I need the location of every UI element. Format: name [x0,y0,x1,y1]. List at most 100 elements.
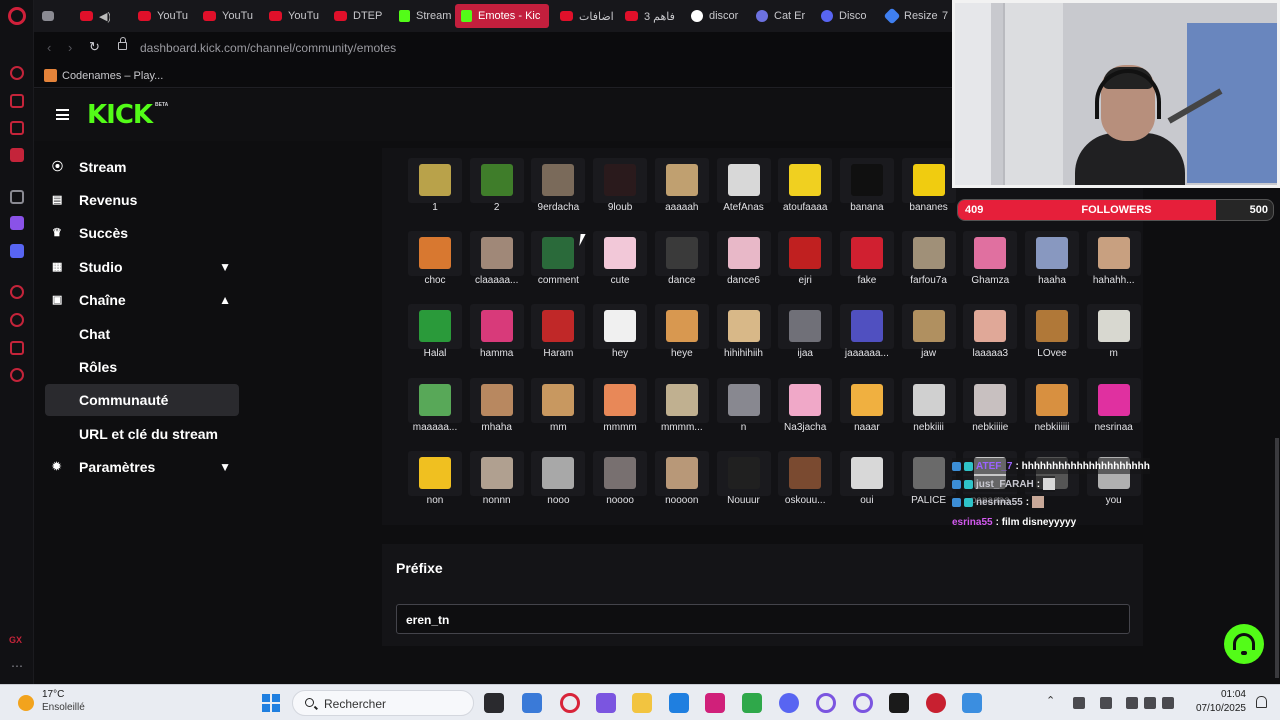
back-icon[interactable]: ‹ [47,40,51,55]
page-scrollbar[interactable] [1275,438,1279,678]
emote-item[interactable]: nebkiiii [898,377,960,457]
tab-cat-emotes[interactable]: Cat Er [750,4,810,28]
tab-arabic-1[interactable]: اضافات [554,4,614,28]
photos-icon[interactable] [962,693,982,713]
emote-item[interactable]: naaar [836,377,898,457]
emote-item[interactable]: nesrinaa [1083,377,1145,457]
url-field[interactable]: dashboard.kick.com/channel/community/emo… [140,41,396,55]
notification-bell-icon[interactable] [1256,696,1267,708]
emote-item[interactable]: nonnn [466,450,528,530]
tab-youtube-2[interactable]: YouTu [197,4,257,28]
sidebar-item-revenus[interactable]: ▤ Revenus [45,184,239,216]
emote-item[interactable]: aaaaah [651,158,713,237]
settings-gear-icon[interactable] [10,368,24,382]
kick-logo[interactable]: KICK [87,100,153,130]
sidebar-item-studio[interactable]: ▦ Studio ▼ [45,251,239,283]
emote-item[interactable]: nebkiiiiii [1021,377,1083,457]
opera-icon[interactable] [816,693,836,713]
opera-gx-icon[interactable] [560,693,580,713]
emote-item[interactable]: dance [651,231,713,310]
emote-item[interactable]: ejri [774,231,836,310]
emote-item[interactable]: maaaaa... [404,377,466,457]
emote-item[interactable]: hihihihiih [713,304,775,383]
xbox-icon[interactable] [742,693,762,713]
chevron-up-icon[interactable]: ⌃ [1046,694,1058,707]
weather-temperature[interactable]: 17°C [42,689,64,700]
tab-youtube-1[interactable]: YouTu [132,4,192,28]
tab-icon-window[interactable] [36,4,64,28]
emote-item[interactable]: laaaaa3 [959,304,1021,383]
emote-item[interactable]: choc [404,231,466,310]
microphone-icon[interactable] [1100,697,1112,709]
emote-item[interactable]: n [713,377,775,457]
more-dots-icon[interactable]: ⋯ [11,659,23,673]
windows-start-icon[interactable] [262,694,280,712]
emote-item[interactable]: 9loub [589,158,651,237]
emote-item[interactable]: farfou7a [898,231,960,310]
emote-item[interactable]: Na3jacha [774,377,836,457]
mail-icon[interactable] [10,148,24,162]
security-icon[interactable] [1073,697,1085,709]
nvidia-icon[interactable] [889,693,909,713]
widgets-icon[interactable] [522,693,542,713]
emote-item[interactable]: noooo [589,450,651,530]
music-icon[interactable] [10,121,24,135]
emote-item[interactable]: hamma [466,304,528,383]
reload-icon[interactable]: ↻ [89,39,100,55]
emote-item[interactable]: mhaha [466,377,528,457]
emote-item[interactable]: hey [589,304,651,383]
emote-item[interactable]: 9erdacha [527,158,589,237]
wifi-icon[interactable] [1126,697,1138,709]
emote-item[interactable]: hahahh... [1083,231,1145,310]
clock-date[interactable]: 07/10/2025 [1194,703,1246,714]
emote-item[interactable]: 2 [466,158,528,237]
emote-item[interactable]: banana [836,158,898,237]
tab-youtube-3[interactable]: YouTu [263,4,323,28]
sidebar-item-communaute[interactable]: Communauté [45,384,239,416]
cube-icon[interactable] [10,341,24,355]
emote-item[interactable]: Ghamza [959,231,1021,310]
emote-item[interactable]: mmmm... [651,377,713,457]
store-icon[interactable] [669,693,689,713]
history-icon[interactable] [10,313,24,327]
opera-icon[interactable] [853,693,873,713]
tab-youtube-pinned[interactable]: ◀) [74,4,110,28]
discord-icon[interactable] [779,693,799,713]
tab-emotes-active[interactable]: Emotes - Kic [455,4,549,28]
tab-stream[interactable]: Stream [393,4,453,28]
sidebar-item-roles[interactable]: Rôles [45,351,239,383]
emote-item[interactable]: jaaaaaa... [836,304,898,383]
aria-icon[interactable] [10,66,24,80]
emote-item[interactable]: fake [836,231,898,310]
tab-dtep[interactable]: DTEP [328,4,388,28]
emote-item[interactable]: Nouuur [713,450,775,530]
tab-resize[interactable]: Resize [880,4,940,28]
emote-item[interactable]: nebkiiiie [959,377,1021,457]
emote-item[interactable]: Halal [404,304,466,383]
sidebar-item-chaine[interactable]: ▣ Chaîne ▲ [45,284,239,316]
emote-item[interactable]: ijaa [774,304,836,383]
copilot-icon[interactable] [596,693,616,713]
emote-item[interactable]: mmmm [589,377,651,457]
emote-item[interactable]: claaaaa... [466,231,528,310]
emote-item[interactable]: PALICE [898,450,960,530]
opera-logo-icon[interactable] [8,7,26,25]
extension-icon[interactable] [10,94,24,108]
emote-item[interactable]: non [404,450,466,530]
emote-item[interactable]: noooon [651,450,713,530]
emote-item[interactable]: nooo [527,450,589,530]
emote-item[interactable]: m [1083,304,1145,383]
emote-item[interactable]: bananes [898,158,960,237]
obs-icon[interactable] [926,693,946,713]
menu-icon[interactable] [56,109,69,120]
forward-icon[interactable]: › [68,40,72,55]
twitch-icon[interactable] [10,216,24,230]
emote-item[interactable]: cute [589,231,651,310]
weather-description[interactable]: Ensoleillé [42,702,85,713]
tab-google-discord[interactable]: discor [685,4,745,28]
sidebar-item-stream-url[interactable]: URL et clé du stream [45,418,239,450]
support-headset-button[interactable] [1224,624,1264,664]
sidebar-item-stream[interactable]: ⦿ Stream [45,151,239,183]
clock-time[interactable]: 01:04 [1214,689,1246,700]
emote-item[interactable]: oskouu... [774,450,836,530]
